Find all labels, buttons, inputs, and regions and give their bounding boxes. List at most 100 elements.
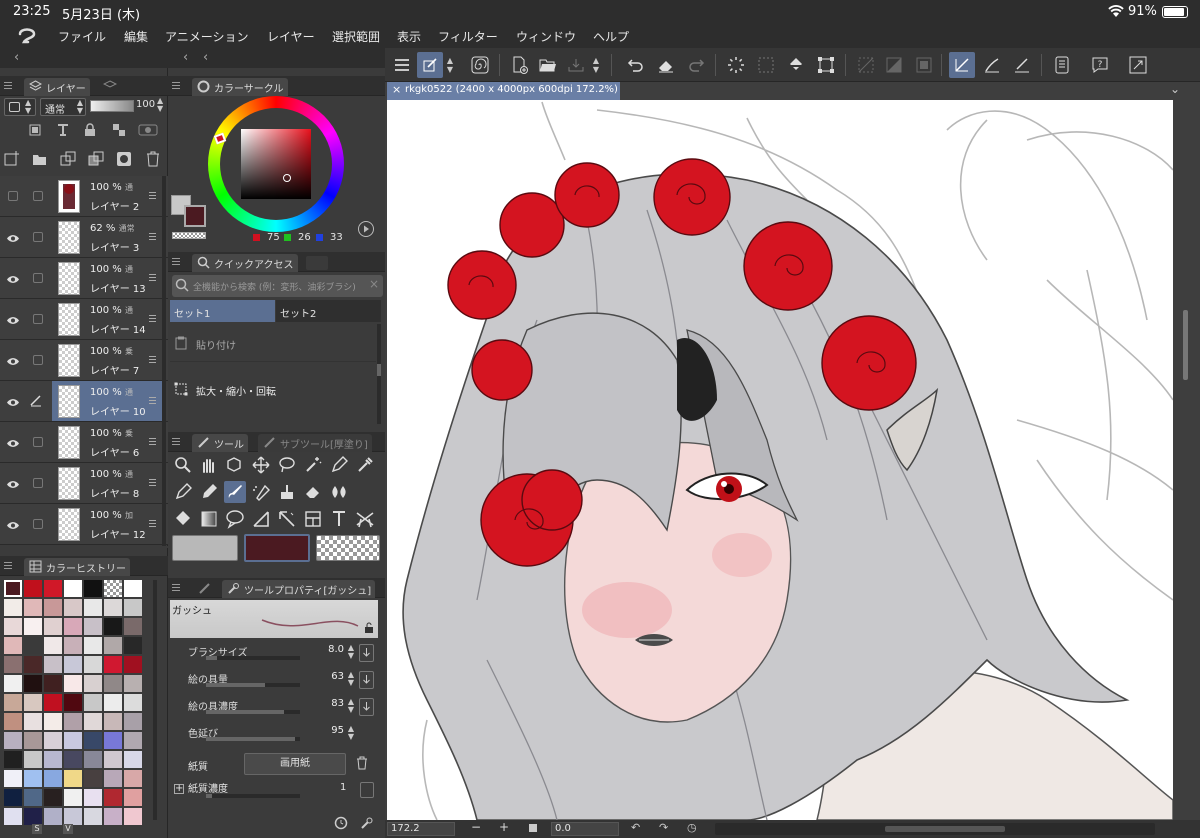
clip-layer-icon[interactable] [28, 123, 42, 140]
tab-layer[interactable]: レイヤー [24, 78, 90, 96]
layer-menu-icon[interactable] [149, 479, 156, 486]
save-icon[interactable] [563, 52, 589, 78]
lasso-icon[interactable] [276, 454, 298, 476]
fit-icon[interactable] [529, 824, 537, 832]
dynamics-icon[interactable] [359, 698, 374, 716]
layer-body[interactable]: 100 % 乗レイヤー 6 [52, 422, 162, 462]
layer-checkbox[interactable] [33, 478, 43, 488]
transfer-layer-icon[interactable] [60, 151, 76, 170]
pen-icon[interactable] [328, 454, 350, 476]
tab-secondary[interactable] [306, 256, 328, 270]
layer-checkbox[interactable] [33, 437, 43, 447]
color-history-swatch[interactable] [124, 808, 142, 825]
color-history-swatch[interactable] [64, 694, 82, 711]
property-slider[interactable] [206, 683, 300, 687]
eye-icon[interactable] [6, 356, 20, 365]
pen-icon[interactable] [172, 481, 194, 503]
color-history-swatch[interactable] [64, 656, 82, 673]
color-history-swatch[interactable] [124, 637, 142, 654]
redo-icon[interactable] [683, 52, 709, 78]
menu-view[interactable]: 表示 [397, 28, 421, 45]
property-slider[interactable] [206, 656, 300, 660]
eraser-icon[interactable] [302, 481, 324, 503]
trash-icon[interactable] [146, 151, 160, 170]
color-history-swatch[interactable] [4, 656, 22, 673]
layer-checkbox[interactable] [33, 519, 43, 529]
color-picker-cursor[interactable] [283, 174, 291, 182]
color-history-swatch[interactable] [64, 675, 82, 692]
layer-checkbox[interactable] [33, 314, 43, 324]
color-history-swatch[interactable] [4, 713, 22, 730]
layer-row[interactable]: 100 % 通レイヤー 2 [0, 176, 168, 217]
close-icon[interactable]: × [369, 277, 379, 291]
menu-layer[interactable]: レイヤー [267, 28, 315, 45]
magnifier-icon[interactable] [172, 454, 194, 476]
eye-icon[interactable] [6, 520, 20, 529]
color-history-swatch[interactable] [64, 637, 82, 654]
canvas-scrollbar[interactable] [1173, 100, 1200, 820]
color-history-swatch[interactable] [44, 694, 62, 711]
brush-snap-icon[interactable] [979, 52, 1005, 78]
invert-selection-icon[interactable] [881, 52, 907, 78]
loading-icon[interactable] [723, 52, 749, 78]
color-history-swatch[interactable] [124, 751, 142, 768]
color-history-swatch[interactable] [84, 789, 102, 806]
brush-icon[interactable] [224, 481, 246, 503]
color-history-swatch[interactable] [84, 770, 102, 787]
color-history-scrollbar[interactable] [153, 580, 157, 820]
transform-icon[interactable] [813, 52, 839, 78]
color-history-swatch[interactable] [44, 580, 62, 597]
color-history-swatch[interactable] [104, 808, 122, 825]
rotate-view-icon[interactable] [224, 454, 246, 476]
zoom-input[interactable]: 172.2 [387, 822, 455, 836]
menu-file[interactable]: ファイル [58, 28, 106, 45]
hand-icon[interactable] [198, 454, 220, 476]
menu-icon[interactable] [389, 52, 415, 78]
eye-icon[interactable] [6, 315, 20, 324]
frame-icon[interactable] [276, 508, 298, 530]
paper-select[interactable]: 画用紙 [244, 753, 346, 775]
layer-menu-icon[interactable] [149, 274, 156, 281]
layer-body[interactable]: 100 % 通レイヤー 13 [52, 258, 162, 298]
trash-icon[interactable] [356, 756, 368, 773]
property-value[interactable]: 8.0 [328, 644, 344, 655]
eye-icon[interactable] [6, 233, 20, 242]
transparent-color-button[interactable] [316, 535, 380, 561]
lock-transparent-icon[interactable] [112, 123, 126, 140]
property-stepper[interactable]: ▲ ▼ [348, 644, 354, 660]
color-history-swatch[interactable] [24, 751, 42, 768]
chevron-down-icon[interactable]: ⌄ [1170, 82, 1180, 96]
play-icon[interactable] [358, 221, 374, 237]
pencil-icon[interactable] [198, 481, 220, 503]
color-history-swatch[interactable] [104, 732, 122, 749]
color-history-swatch[interactable] [44, 713, 62, 730]
layer-menu-icon[interactable] [149, 397, 156, 404]
tab-color-history[interactable]: カラーヒストリー [24, 558, 130, 576]
dynamics-icon[interactable] [360, 782, 374, 798]
color-history-swatch[interactable] [24, 580, 42, 597]
color-history-swatch[interactable] [84, 808, 102, 825]
tab-set-2[interactable]: セット2 [276, 300, 381, 322]
color-history-swatch[interactable] [124, 618, 142, 635]
color-history-swatch[interactable] [124, 656, 142, 673]
main-color-swatch[interactable] [184, 205, 206, 227]
blend-icon[interactable] [328, 481, 350, 503]
layer-row[interactable]: 100 % 乗レイヤー 6 [0, 422, 168, 463]
layer-checkbox[interactable] [33, 191, 43, 201]
layer-body[interactable]: 100 % 乗レイヤー 7 [52, 340, 162, 380]
color-history-swatch[interactable] [124, 694, 142, 711]
color-history-swatch[interactable] [64, 599, 82, 616]
fill-icon[interactable] [783, 52, 809, 78]
save-stepper[interactable]: ▲ ▼ [589, 52, 603, 78]
color-history-swatch[interactable] [4, 694, 22, 711]
menu-window[interactable]: ウィンドウ [516, 28, 576, 45]
color-history-swatch[interactable] [24, 789, 42, 806]
property-stepper[interactable]: ▲ ▼ [348, 698, 354, 714]
saturation-value-square[interactable] [241, 129, 311, 199]
opacity-value[interactable]: 100 [136, 99, 155, 110]
menu-help[interactable]: ヘルプ [593, 28, 629, 45]
color-history-swatch[interactable] [4, 675, 22, 692]
new-canvas-icon[interactable] [507, 52, 533, 78]
document-tab[interactable]: × rkgk0522 (2400 x 4000px 600dpi 172.2%) [387, 82, 620, 100]
layer-scrollbar[interactable] [162, 176, 166, 546]
